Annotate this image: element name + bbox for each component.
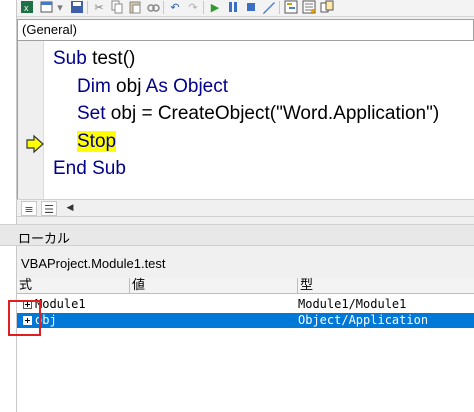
code-keyword: End Sub (53, 158, 126, 179)
code-line[interactable]: End Sub (53, 156, 126, 182)
column-header-expression[interactable]: 式 (17, 278, 130, 294)
copy-icon[interactable] (109, 0, 125, 15)
code-window[interactable]: Sub test() Dim obj As Object Set obj = Cre… (17, 41, 474, 199)
object-browser-icon[interactable] (319, 0, 335, 15)
code-keyword: Set (77, 103, 106, 124)
cell-expression: obj (35, 313, 57, 327)
annotation-highlight-box (8, 300, 41, 336)
code-window-footer: ≡ ☰ ◀ (17, 199, 474, 217)
code-text: test() (86, 48, 136, 69)
code-keyword: Stop (77, 130, 117, 152)
margin-indicator-bar[interactable] (18, 41, 44, 199)
locals-grid-header: 式 値 型 (17, 278, 474, 294)
cell-value (132, 297, 297, 312)
toolbar-separator (203, 1, 204, 14)
cell-type: Object/Application (298, 313, 429, 327)
design-mode-icon[interactable] (261, 0, 277, 15)
locals-context-label: VBAProject.Module1.test (21, 256, 166, 271)
code-text: obj (110, 75, 146, 97)
combo-value: (General) (22, 22, 77, 37)
reset-icon[interactable] (243, 0, 259, 15)
toolbar-separator (87, 1, 88, 14)
procedure-combo-box[interactable]: (General) (17, 19, 474, 41)
insert-userform-icon[interactable] (39, 0, 55, 15)
dropdown-arrow-icon[interactable]: ▾ (55, 0, 65, 15)
vbe-toolbar: x ▾ ✂ ↶ ↷ ▶ (17, 0, 474, 17)
code-editor[interactable]: Sub test() Dim obj As Object Set obj = Cre… (44, 41, 474, 199)
toolbar-separator (279, 1, 280, 14)
properties-icon[interactable] (301, 0, 317, 15)
paste-icon[interactable] (127, 0, 143, 15)
column-header-type[interactable]: 型 (298, 278, 474, 294)
code-line[interactable]: Stop (77, 129, 117, 155)
code-text: obj = CreateObject("Word.Application") (105, 103, 440, 124)
locals-row[interactable]: obj Object/Application (17, 313, 474, 328)
code-keyword: Sub (53, 48, 87, 69)
code-line[interactable]: Set obj = CreateObject("Word.Application… (77, 101, 439, 127)
code-keyword: As Object (145, 75, 229, 97)
svg-text:x: x (24, 3, 29, 13)
left-window-edge (0, 0, 17, 412)
find-icon[interactable] (145, 0, 161, 15)
locals-window-title: ローカル (18, 231, 71, 246)
scroll-left-arrow-icon[interactable]: ◀ (63, 201, 77, 216)
locals-grid[interactable]: 式 値 型 Module1 Module1/Module1 obj Object/Ap… (17, 278, 474, 412)
project-explorer-icon[interactable] (283, 0, 299, 15)
save-icon[interactable] (69, 0, 85, 15)
cell-value (132, 313, 297, 328)
excel-icon[interactable]: x (19, 0, 35, 15)
cell-type: Module1/Module1 (298, 297, 407, 311)
full-module-view-icon[interactable]: ☰ (41, 201, 57, 216)
code-keyword: Dim (77, 75, 111, 97)
code-line[interactable]: Sub test() (53, 46, 135, 72)
cell-expression: Module1 (35, 297, 86, 311)
redo-icon[interactable]: ↷ (185, 0, 201, 15)
break-icon[interactable] (225, 0, 241, 15)
locals-window-title-bar[interactable]: ローカル (0, 224, 474, 246)
toolbar-separator (163, 1, 164, 14)
locals-context-bar: VBAProject.Module1.test (17, 251, 474, 275)
execution-arrow-icon (26, 134, 44, 154)
run-icon[interactable]: ▶ (207, 0, 223, 15)
column-header-value[interactable]: 値 (130, 278, 298, 294)
cut-icon[interactable]: ✂ (91, 0, 107, 15)
code-line[interactable]: Dim obj As Object (77, 74, 228, 100)
undo-icon[interactable]: ↶ (167, 0, 183, 15)
procedure-view-icon[interactable]: ≡ (21, 201, 37, 216)
locals-row[interactable]: Module1 Module1/Module1 (17, 297, 474, 312)
